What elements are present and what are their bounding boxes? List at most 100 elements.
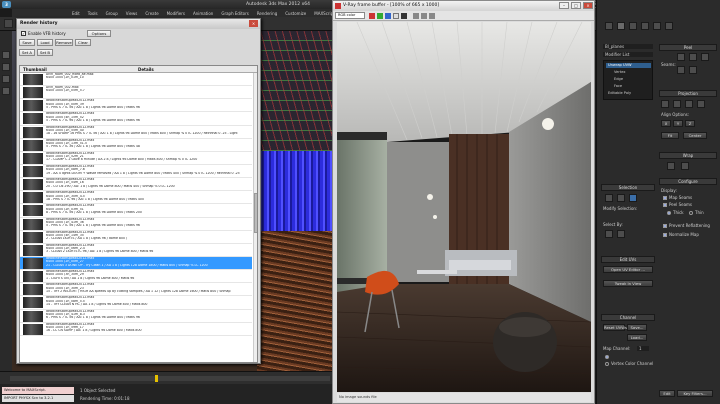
menu-rendering[interactable]: Rendering (257, 11, 277, 16)
red-channel-icon[interactable] (369, 13, 375, 19)
table-row[interactable]: Arch_room_002_fixed_ae.max 640x 1000 (2h_… (20, 73, 252, 87)
clear-image-icon[interactable] (421, 13, 427, 19)
alpha-channel-icon[interactable] (393, 13, 399, 19)
cylindrical-map-icon[interactable] (673, 100, 681, 108)
undo-icon[interactable] (4, 19, 13, 28)
minimize-icon[interactable]: – (559, 2, 569, 9)
channel-rollout-header[interactable]: Channel (601, 314, 655, 321)
channel-dropdown[interactable]: RGB color (335, 12, 365, 19)
menu-graph-editors[interactable]: Graph Editors (221, 11, 248, 16)
create-tab-icon[interactable] (605, 22, 613, 30)
table-row[interactable]: deadlineStartupMax2012.max 640x 1000 (1h_… (20, 126, 252, 139)
keyframe-marker[interactable] (155, 375, 158, 382)
edit-uvs-rollout-header[interactable]: Edit UVs (601, 256, 655, 263)
map-channel-spinner[interactable]: 1 (637, 346, 649, 351)
tool-icon[interactable] (2, 63, 10, 71)
table-row[interactable]: deadlineStartupMax2012.max 640x 1000 (4h_… (20, 231, 252, 244)
3dsmax-logo-icon[interactable]: 3 (2, 1, 11, 8)
menu-group[interactable]: Group (106, 11, 118, 16)
projection-rollout-header[interactable]: Projection (659, 90, 717, 97)
unfold-map-icon[interactable] (681, 162, 689, 170)
peel-tool-icon[interactable] (677, 53, 685, 61)
modifier-list-dropdown[interactable]: Modifier List (603, 52, 653, 57)
save-image-icon[interactable] (413, 13, 419, 19)
menu-create[interactable]: Create (145, 11, 158, 16)
table-row[interactable]: deadlineStartupMax2012.max 640x 1000 (2h_… (20, 191, 252, 205)
align-z-button[interactable]: Z (685, 120, 695, 127)
modify-tab-icon[interactable] (617, 22, 625, 30)
table-row[interactable]: deadlineStartupMax2012.max 640x 1000 (4h_… (20, 112, 252, 126)
vertical-scrollbar[interactable] (253, 73, 257, 362)
modifier-stack-item[interactable]: Edge (606, 77, 651, 82)
table-row[interactable]: deadlineStartupMax2012.max 640x 1000 (2h_… (20, 204, 252, 218)
object-name-field[interactable]: Bl_planes (603, 44, 653, 49)
utilities-tab-icon[interactable] (665, 22, 673, 30)
scrollbar-thumb[interactable] (254, 193, 257, 233)
pelt-map-icon[interactable] (689, 53, 697, 61)
wrap-rollout-header[interactable]: Wrap (659, 152, 717, 159)
save-uvw-button[interactable]: Save... (627, 324, 647, 331)
selection-rollout-header[interactable]: Selection (601, 184, 655, 191)
motion-tab-icon[interactable] (641, 22, 649, 30)
menu-views[interactable]: Views (126, 11, 138, 16)
planar-map-icon[interactable] (661, 100, 669, 108)
load-button[interactable]: Load (37, 39, 53, 46)
timeline-track[interactable] (10, 376, 330, 381)
modifier-stack-item[interactable]: Unwrap UVW (606, 63, 651, 68)
table-row[interactable]: deadlineStartupMax2012.max 640x 1000 (1h_… (20, 178, 252, 192)
point-to-point-seam-icon[interactable] (677, 66, 685, 74)
display-tab-icon[interactable] (653, 22, 661, 30)
vertex-select-icon[interactable] (605, 194, 613, 202)
normalize-map-checkbox[interactable] (663, 233, 667, 237)
table-row[interactable]: deadlineStartupMax2012.max 640x 1000 (1h_… (20, 218, 252, 231)
frame-buffer-titlebar[interactable]: V-Ray frame buffer - [100% of 665 x 1000… (333, 1, 594, 11)
tool-icon[interactable] (2, 87, 10, 95)
enable-history-checkbox[interactable]: ✓ (21, 31, 26, 36)
green-channel-icon[interactable] (377, 13, 383, 19)
options-button[interactable]: Options (87, 30, 111, 37)
table-row[interactable]: deadlineStartupMax2012.max 640x 1000 (1h_… (20, 310, 252, 323)
table-row[interactable]: deadlineStartupMax2012.max 640x 1000 (2h_… (20, 165, 252, 179)
table-row[interactable]: deadlineStartupMax2012.max 640x 1000 (1h_… (20, 296, 252, 310)
seam-tool-icon[interactable] (701, 53, 709, 61)
configure-rollout-header[interactable]: Configure (659, 178, 717, 185)
maximize-icon[interactable]: □ (571, 2, 581, 9)
time-slider[interactable] (0, 371, 332, 384)
details-column-header[interactable]: Details (138, 67, 154, 72)
table-row[interactable]: deadlineStartupMax2012.max 640x 1000 (2h_… (20, 256, 252, 271)
rendered-image[interactable] (337, 22, 591, 392)
load-uvw-button[interactable]: Load... (627, 334, 647, 341)
clear-button[interactable]: Clear (75, 39, 91, 46)
key-filters-button[interactable]: Key Filters... (677, 390, 713, 397)
table-row[interactable]: Arch_room_002.max 640x 1000 (2h_05m_5.7 (20, 86, 252, 100)
modifier-stack-item[interactable]: Face (606, 84, 651, 89)
edit-button[interactable]: Edit (659, 390, 675, 397)
modifier-stack-item[interactable]: Editable Poly (606, 91, 651, 96)
hierarchy-tab-icon[interactable] (629, 22, 637, 30)
tool-icon[interactable] (2, 51, 10, 59)
map-channel-radio[interactable] (605, 355, 609, 359)
thumbnail-column-header[interactable]: Thumbnail (23, 67, 47, 72)
ignore-backfacing-icon[interactable] (617, 230, 625, 238)
set-b-button[interactable]: Set B (37, 49, 53, 56)
spline-map-icon[interactable] (667, 162, 675, 170)
align-y-button[interactable]: Y (673, 120, 683, 127)
vertex-color-channel-radio[interactable] (605, 362, 609, 366)
table-row[interactable]: deadlineStartupMax2012.max 640x 1000 (1h_… (20, 139, 252, 152)
maxscript-output[interactable]: IMPORT PHYSX Scn to 3.2.1 (2, 395, 74, 402)
table-row[interactable]: deadlineStartupMax2012.max 640x 1000 (1h_… (20, 99, 252, 113)
table-row[interactable]: deadlineStartupMax2012.max 640x 1000 (1h_… (20, 152, 252, 165)
table-row[interactable]: deadlineStartupMax2012.max 640x 1000 (1h_… (20, 283, 252, 297)
save-button[interactable]: Save (19, 39, 35, 46)
thick-radio[interactable] (667, 211, 671, 215)
map-seams-checkbox[interactable] (663, 196, 667, 200)
face-select-icon[interactable] (629, 194, 637, 202)
fit-button[interactable]: Fit (661, 132, 679, 139)
peel-seams-checkbox[interactable] (663, 203, 667, 207)
modifier-stack-item[interactable]: Vertex (606, 70, 651, 75)
edge-select-icon[interactable] (617, 194, 625, 202)
edge-sel-to-seams-icon[interactable] (689, 66, 697, 74)
close-icon[interactable]: × (249, 20, 258, 27)
render-history-titlebar[interactable]: Render history × (17, 19, 260, 29)
box-map-icon[interactable] (697, 100, 705, 108)
